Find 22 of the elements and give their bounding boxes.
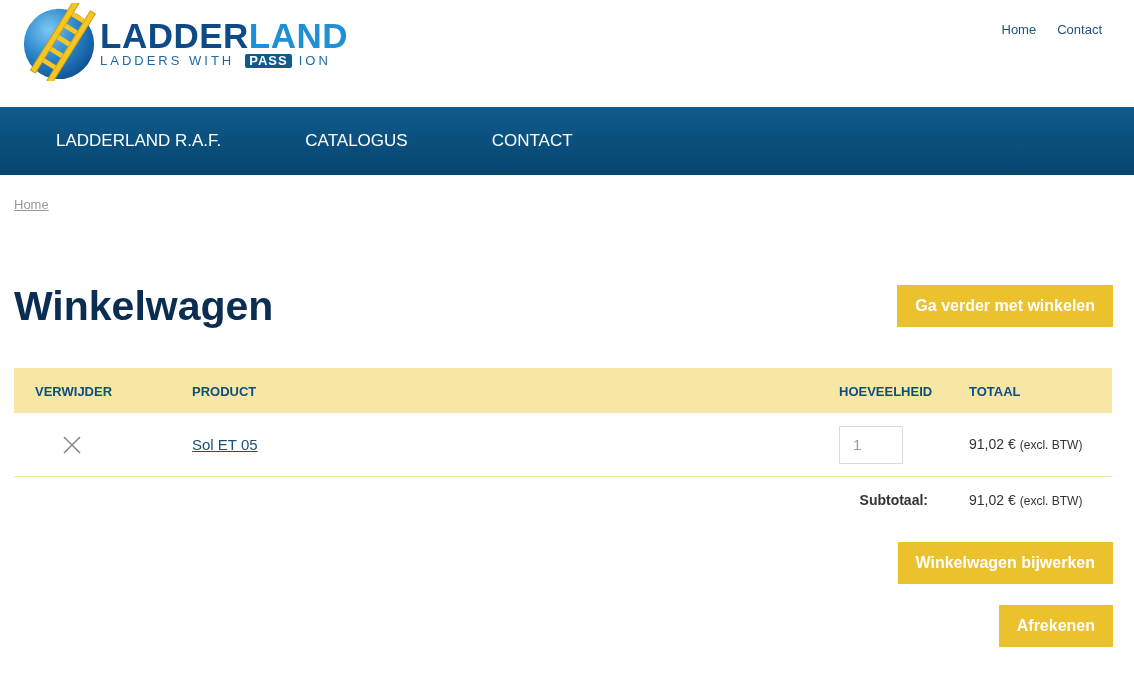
top-nav-link[interactable]: Home: [1001, 20, 1037, 40]
column-header: VERWIJDER: [35, 383, 113, 399]
price-text: 91,02 €: [969, 435, 1016, 454]
top-nav-link[interactable]: Contact: [1057, 20, 1102, 40]
remove-button[interactable]: [63, 435, 81, 454]
cross-icon: [63, 435, 81, 454]
main-nav-link[interactable]: CONTACT: [449, 128, 615, 154]
product-link[interactable]: Sol ET 05: [192, 435, 258, 453]
logo-tagline-badge: PASS: [245, 53, 292, 68]
tax-note: (excl. BTW): [1019, 437, 1083, 454]
logo-tagline: LADDERS WITH: [100, 53, 235, 68]
main-nav-link[interactable]: LADDERLAND R.A.F.: [14, 128, 264, 154]
subtotal-label: Subtotaal:: [859, 490, 928, 510]
main-nav-link[interactable]: CATALOGUS: [263, 128, 450, 154]
price-text: 91,02 €: [969, 490, 1016, 510]
logo-wordmark: LADDERLAND: [100, 20, 349, 51]
column-header: TOTAAL: [969, 383, 1021, 399]
column-header: HOEVEELHEID: [839, 383, 933, 399]
logo-tagline: ION: [298, 53, 331, 68]
tax-note: (excl. BTW): [1019, 492, 1083, 510]
column-header: PRODUCT: [192, 383, 257, 399]
page-title: Winkelwagen: [14, 285, 274, 327]
